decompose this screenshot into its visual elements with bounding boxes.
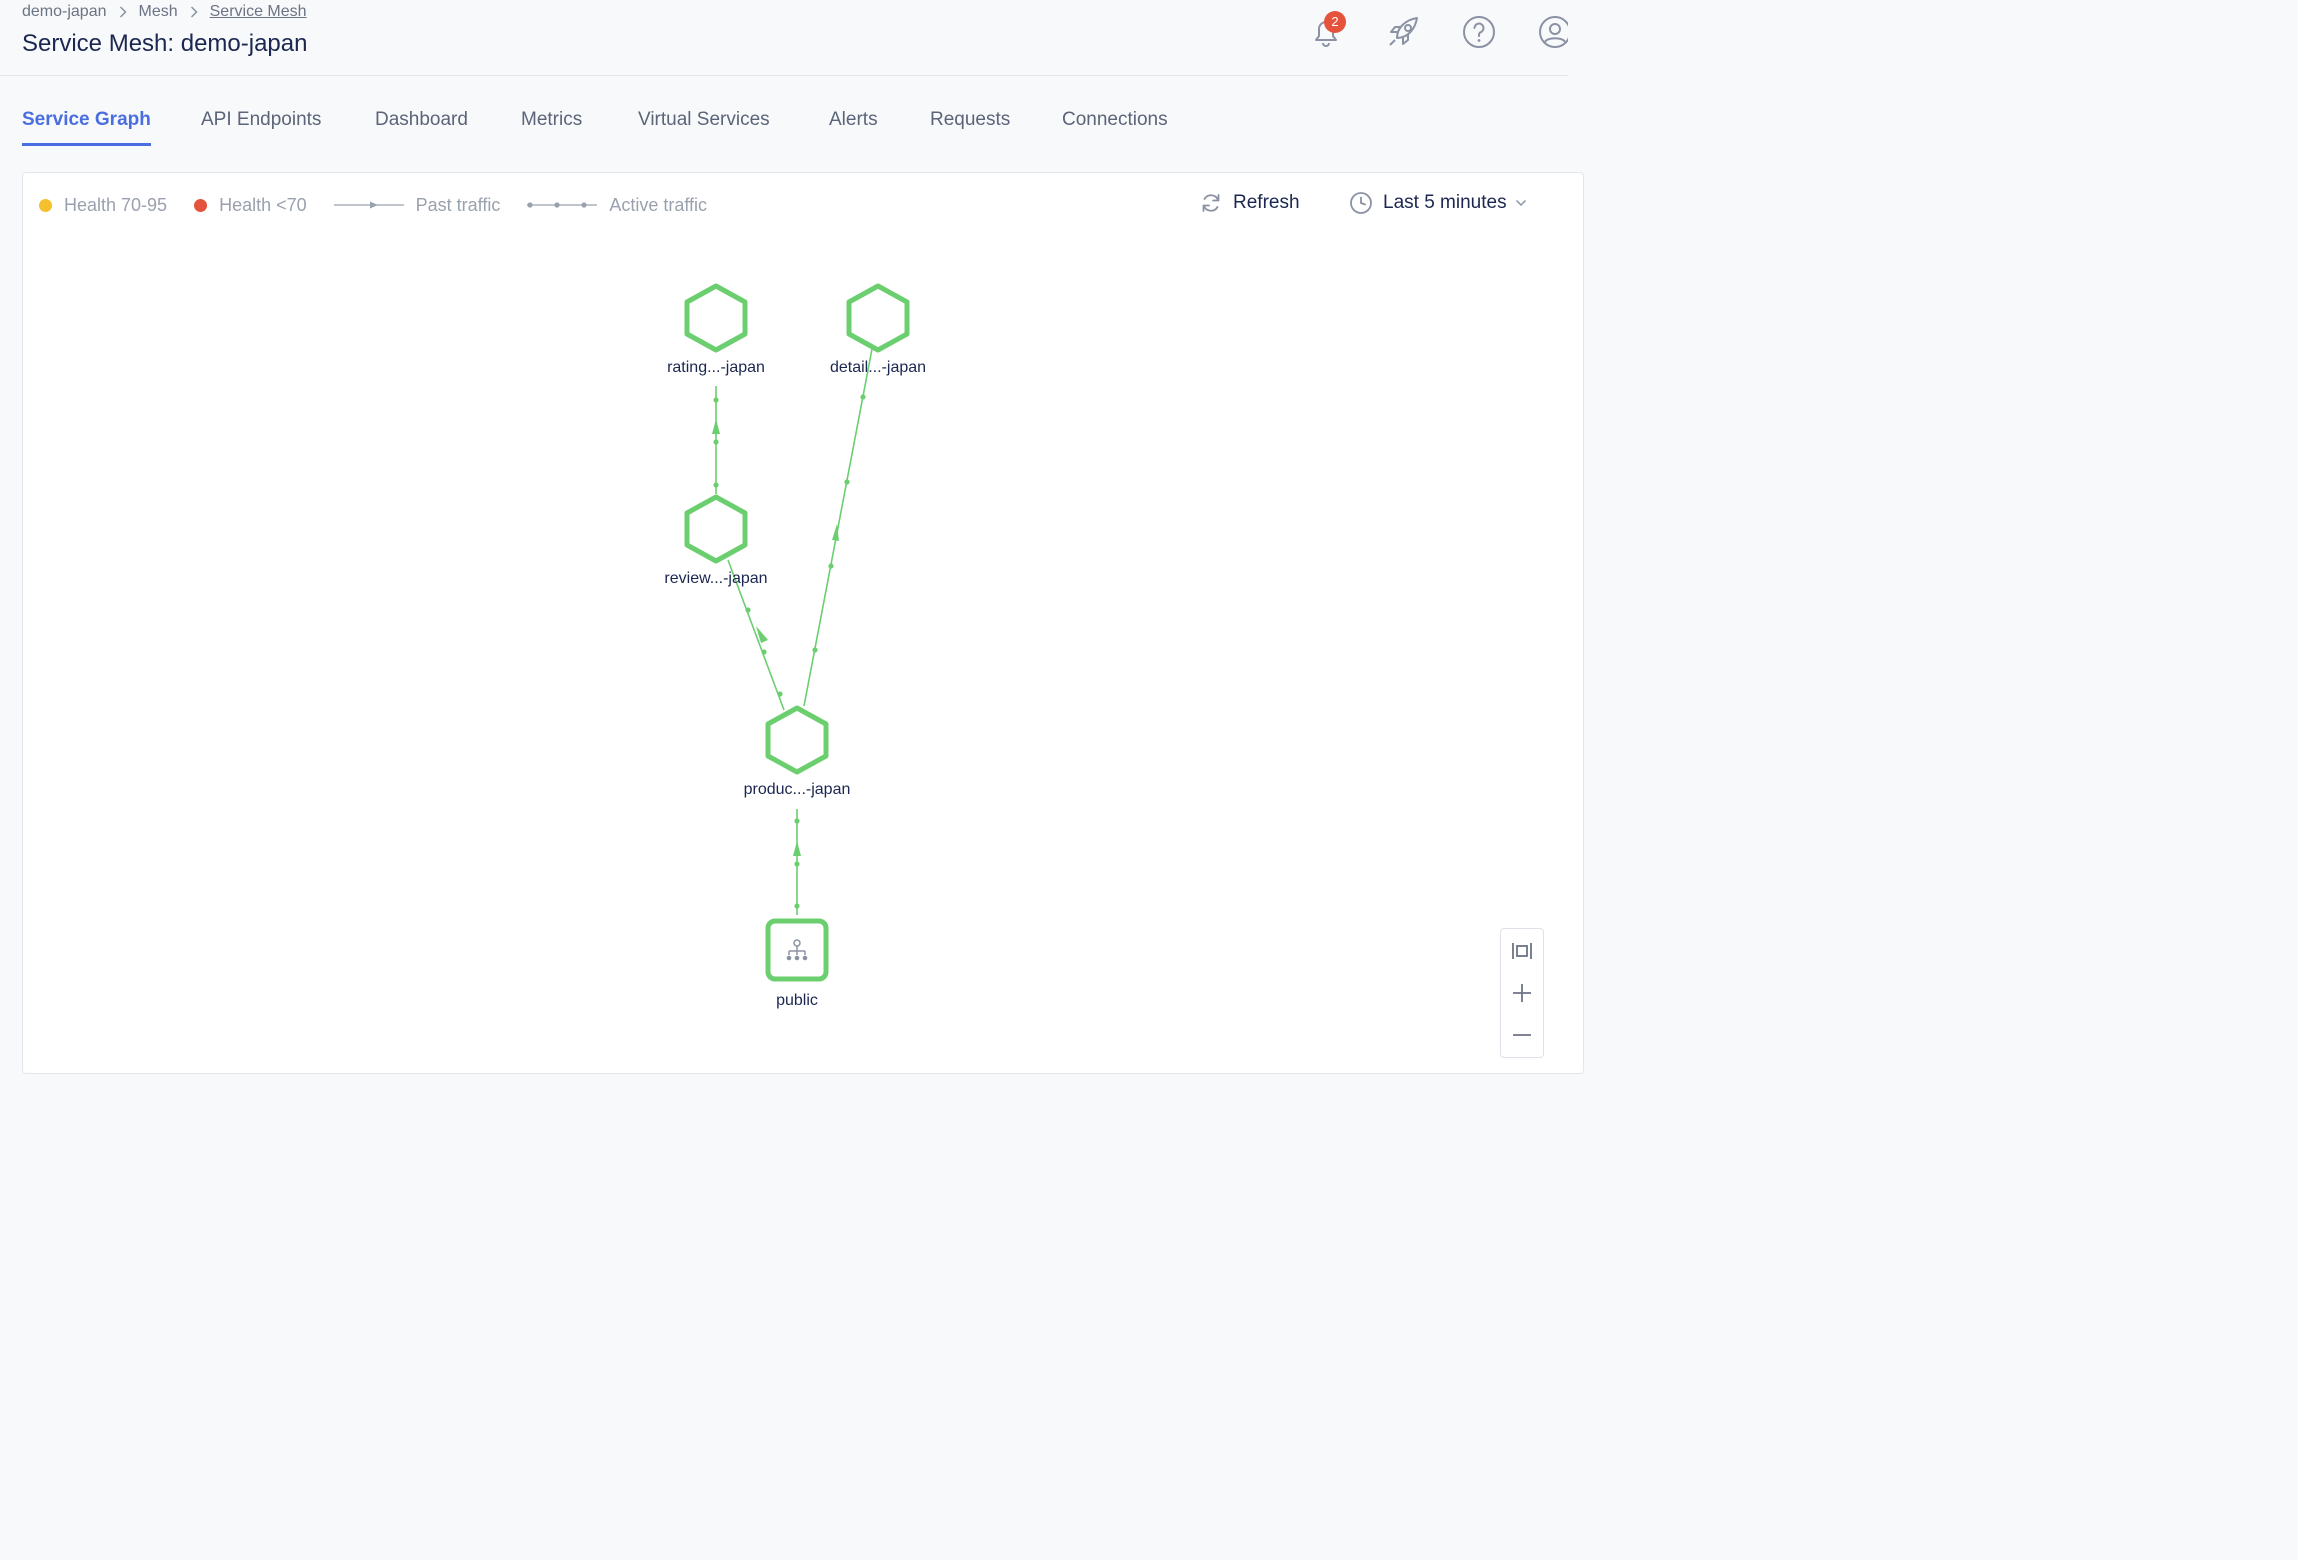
launch-button[interactable]: [1383, 12, 1423, 52]
tab-requests[interactable]: Requests: [930, 100, 1010, 143]
zoom-out-button[interactable]: [1501, 1015, 1543, 1055]
breadcrumb-item-current[interactable]: Service Mesh: [210, 3, 307, 21]
edge-reviews-to-ratings[interactable]: [712, 386, 720, 494]
service-graph-panel: Health 70-95 Health <70 Past traffic Act…: [22, 172, 1584, 1074]
node-label-details[interactable]: detail...-japan: [830, 359, 926, 377]
node-public-gateway[interactable]: [765, 918, 829, 982]
edge-productpage-to-details[interactable]: [803, 348, 873, 707]
notifications-button[interactable]: 2: [1306, 11, 1346, 52]
tab-bar: Service Graph API Endpoints Dashboard Me…: [0, 100, 1568, 146]
fit-to-screen-button[interactable]: [1501, 931, 1543, 971]
node-label-public[interactable]: public: [776, 992, 818, 1010]
tab-metrics[interactable]: Metrics: [521, 100, 582, 143]
help-icon: [1463, 16, 1495, 48]
service-graph-canvas[interactable]: [23, 173, 1563, 1073]
tab-service-graph[interactable]: Service Graph: [22, 100, 151, 146]
profile-button[interactable]: [1535, 12, 1568, 52]
fit-to-screen-icon: [1512, 943, 1532, 959]
tab-connections[interactable]: Connections: [1062, 100, 1168, 143]
edge-public-to-productpage[interactable]: [793, 809, 801, 915]
chevron-right-icon: [190, 6, 198, 18]
node-label-reviews[interactable]: review...-japan: [664, 570, 767, 588]
breadcrumb-item-project[interactable]: demo-japan: [22, 3, 107, 21]
node-label-productpage[interactable]: produc...-japan: [744, 781, 851, 799]
node-details-hexagon[interactable]: [846, 283, 910, 353]
tab-alerts[interactable]: Alerts: [829, 100, 878, 143]
tab-api-endpoints[interactable]: API Endpoints: [201, 100, 321, 143]
plus-icon: [1513, 984, 1531, 1002]
minus-icon: [1513, 1034, 1531, 1036]
page-title: Service Mesh: demo-japan: [22, 30, 308, 57]
tab-dashboard[interactable]: Dashboard: [375, 100, 468, 143]
chevron-right-icon: [119, 6, 127, 18]
node-productpage-hexagon[interactable]: [765, 705, 829, 775]
tab-virtual-services[interactable]: Virtual Services: [638, 100, 770, 143]
breadcrumb: demo-japan Mesh Service Mesh: [22, 3, 307, 21]
zoom-in-button[interactable]: [1501, 973, 1543, 1013]
breadcrumb-item-mesh[interactable]: Mesh: [139, 3, 178, 21]
help-button[interactable]: [1459, 12, 1499, 52]
rocket-icon: [1389, 17, 1418, 46]
user-icon: [1539, 16, 1568, 48]
page-header: demo-japan Mesh Service Mesh Service Mes…: [0, 0, 1568, 76]
notification-count-badge: 2: [1324, 11, 1346, 33]
node-label-ratings[interactable]: rating...-japan: [667, 359, 765, 377]
node-ratings-hexagon[interactable]: [684, 283, 748, 353]
zoom-controls: [1500, 928, 1544, 1058]
node-reviews-hexagon[interactable]: [684, 494, 748, 564]
